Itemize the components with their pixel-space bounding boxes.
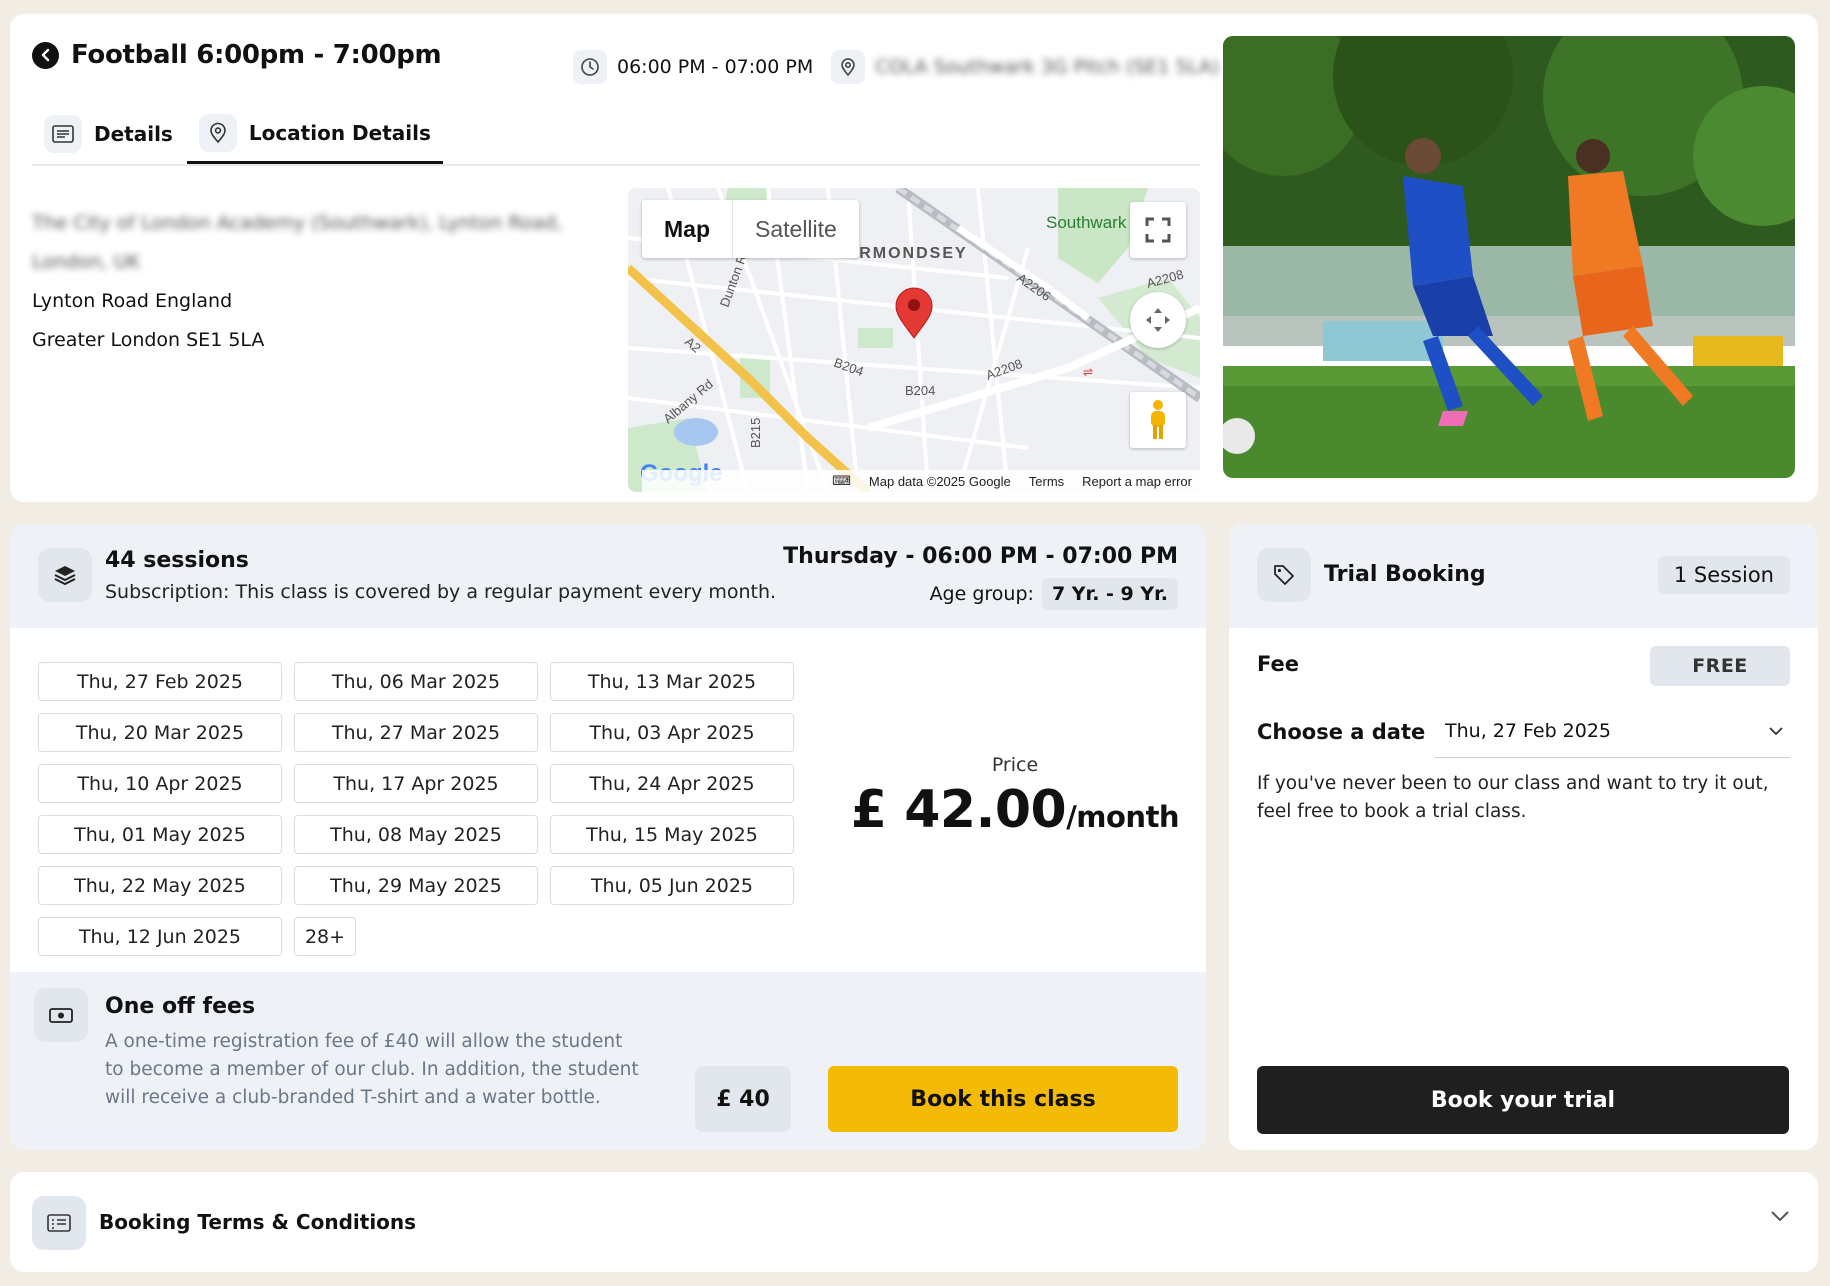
- road-label-b215: B215: [748, 418, 763, 448]
- session-date: Thu, 24 Apr 2025: [550, 764, 794, 803]
- class-photo: [1223, 36, 1795, 478]
- chevron-left-icon: [41, 48, 49, 62]
- fees-description: A one-time registration fee of £40 will …: [105, 1031, 639, 1108]
- fullscreen-button[interactable]: [1130, 202, 1186, 258]
- cash-icon: [34, 988, 88, 1042]
- keyboard-icon[interactable]: ⌨: [832, 473, 851, 489]
- trial-fee-label: Fee: [1257, 652, 1299, 676]
- book-trial-button[interactable]: Book your trial: [1257, 1066, 1789, 1134]
- page-title: Football 6:00pm - 7:00pm: [71, 40, 442, 70]
- trial-note: If you've never been to our class and wa…: [1257, 773, 1769, 822]
- more-dates-button[interactable]: 28+: [294, 917, 356, 956]
- tab-details[interactable]: Details: [32, 104, 185, 164]
- class-header-card: Football 6:00pm - 7:00pm 06:00 PM - 07:0…: [10, 14, 1818, 502]
- session-date: Thu, 08 May 2025: [294, 815, 538, 854]
- venue-name: COLA Southwark 3G Pitch (SE1 5LA): [875, 56, 1220, 78]
- session-date: Thu, 29 May 2025: [294, 866, 538, 905]
- class-time: 06:00 PM - 07:00 PM: [617, 56, 814, 78]
- map-camera-control[interactable]: [1130, 292, 1186, 348]
- terms-list-icon: [32, 1196, 86, 1250]
- age-group-label: Age group:: [929, 583, 1034, 605]
- fee-amount: £ 40: [695, 1066, 791, 1132]
- layers-icon: [38, 548, 92, 602]
- location-pin-icon: [198, 113, 237, 152]
- class-day-time: Thursday - 06:00 PM - 07:00 PM: [783, 544, 1178, 569]
- street-view-button[interactable]: [1130, 392, 1186, 448]
- fees-title: One off fees: [105, 994, 256, 1019]
- pan-arrows-icon: [1146, 308, 1170, 332]
- chevron-down-icon[interactable]: [1770, 1210, 1790, 1222]
- clock-icon: [573, 50, 607, 84]
- map-button[interactable]: Map: [642, 200, 733, 258]
- book-class-button[interactable]: Book this class: [828, 1066, 1178, 1132]
- class-booking-card: 44 sessions Subscription: This class is …: [10, 524, 1206, 1150]
- session-date: Thu, 01 May 2025: [38, 815, 282, 854]
- price-label: Price: [991, 754, 1039, 776]
- session-date: Thu, 05 Jun 2025: [550, 866, 794, 905]
- session-date: Thu, 17 Apr 2025: [294, 764, 538, 803]
- class-meta: 06:00 PM - 07:00 PM COLA Southwark 3G Pi…: [573, 50, 1219, 84]
- title-row: Football 6:00pm - 7:00pm: [32, 40, 442, 70]
- terms-title: Booking Terms & Conditions: [99, 1210, 417, 1234]
- price-block: Price £ 42.00/month: [850, 754, 1180, 840]
- tab-location-label: Location Details: [248, 120, 431, 145]
- trial-header: Trial Booking 1 Session: [1229, 524, 1818, 628]
- price-value: £ 42.00/month: [850, 780, 1180, 840]
- tag-icon: [1257, 548, 1311, 602]
- address-line-2: Lynton Road England: [32, 290, 233, 312]
- map-terms-link[interactable]: Terms: [1029, 474, 1064, 489]
- price-unit: /month: [1066, 800, 1180, 834]
- map-footer: ⌨ Map data ©2025 Google Terms Report a m…: [642, 470, 1200, 492]
- map-type-toggle: Map Satellite: [642, 200, 859, 258]
- session-date: Thu, 12 Jun 2025: [38, 917, 282, 956]
- tab-details-label: Details: [94, 122, 173, 146]
- session-count-badge: 1 Session: [1657, 556, 1790, 594]
- pegman-icon: [1151, 400, 1165, 439]
- age-group-badge: 7 Yr. - 9 Yr.: [1041, 578, 1178, 610]
- trial-fee-badge: FREE: [1650, 646, 1790, 686]
- back-button[interactable]: [32, 41, 59, 69]
- session-date: Thu, 10 Apr 2025: [38, 764, 282, 803]
- price-amount: £ 42.00: [850, 780, 1067, 840]
- class-summary-header: 44 sessions Subscription: This class is …: [10, 524, 1206, 628]
- session-dates: Thu, 27 Feb 2025 Thu, 06 Mar 2025 Thu, 1…: [38, 662, 800, 956]
- location-pin-icon: [831, 50, 866, 84]
- address-line-3: Greater London SE1 5LA: [32, 329, 265, 351]
- address-block: The City of London Academy (Southwark), …: [32, 204, 612, 360]
- location-map[interactable]: A2 A2206 A2208 A2208 B204 B204 B215 Alba…: [628, 188, 1200, 492]
- sessions-count: 44 sessions: [105, 548, 249, 573]
- terms-accordion[interactable]: Booking Terms & Conditions: [10, 1172, 1818, 1272]
- session-date: Thu, 27 Feb 2025: [38, 662, 282, 701]
- choose-date-label: Choose a date: [1257, 720, 1426, 744]
- fullscreen-icon: [1145, 217, 1171, 243]
- session-date: Thu, 22 May 2025: [38, 866, 282, 905]
- tab-location-details[interactable]: Location Details: [186, 104, 443, 164]
- chevron-down-icon: [1769, 726, 1783, 735]
- rail-station-icon: ⇌: [1083, 365, 1093, 379]
- road-label-b204-east: B204: [905, 383, 935, 398]
- session-date: Thu, 15 May 2025: [550, 815, 794, 854]
- map-attribution: Map data ©2025 Google: [868, 473, 1011, 489]
- session-date: Thu, 13 Mar 2025: [550, 662, 794, 701]
- session-date: Thu, 03 Apr 2025: [550, 713, 794, 752]
- one-off-fees: One off fees A one-time registration fee…: [10, 972, 1206, 1150]
- trial-date-value: Thu, 27 Feb 2025: [1445, 719, 1612, 742]
- session-date: Thu, 27 Mar 2025: [294, 713, 538, 752]
- subscription-text: Subscription: This class is covered by a…: [105, 581, 777, 603]
- age-group: Age group: 7 Yr. - 9 Yr.: [930, 578, 1178, 610]
- trial-title: Trial Booking: [1324, 562, 1486, 587]
- tab-bar: Details Location Details: [32, 104, 1200, 166]
- trial-date-select[interactable]: Thu, 27 Feb 2025: [1435, 704, 1790, 758]
- address-line-1: The City of London Academy (Southwark), …: [32, 212, 563, 273]
- session-date: Thu, 20 Mar 2025: [38, 713, 282, 752]
- document-icon: [44, 115, 82, 153]
- session-date: Thu, 06 Mar 2025: [294, 662, 538, 701]
- satellite-button[interactable]: Satellite: [733, 200, 859, 258]
- trial-booking-card: Trial Booking 1 Session Fee FREE Choose …: [1229, 524, 1818, 1150]
- map-report-link[interactable]: Report a map error: [1082, 474, 1192, 489]
